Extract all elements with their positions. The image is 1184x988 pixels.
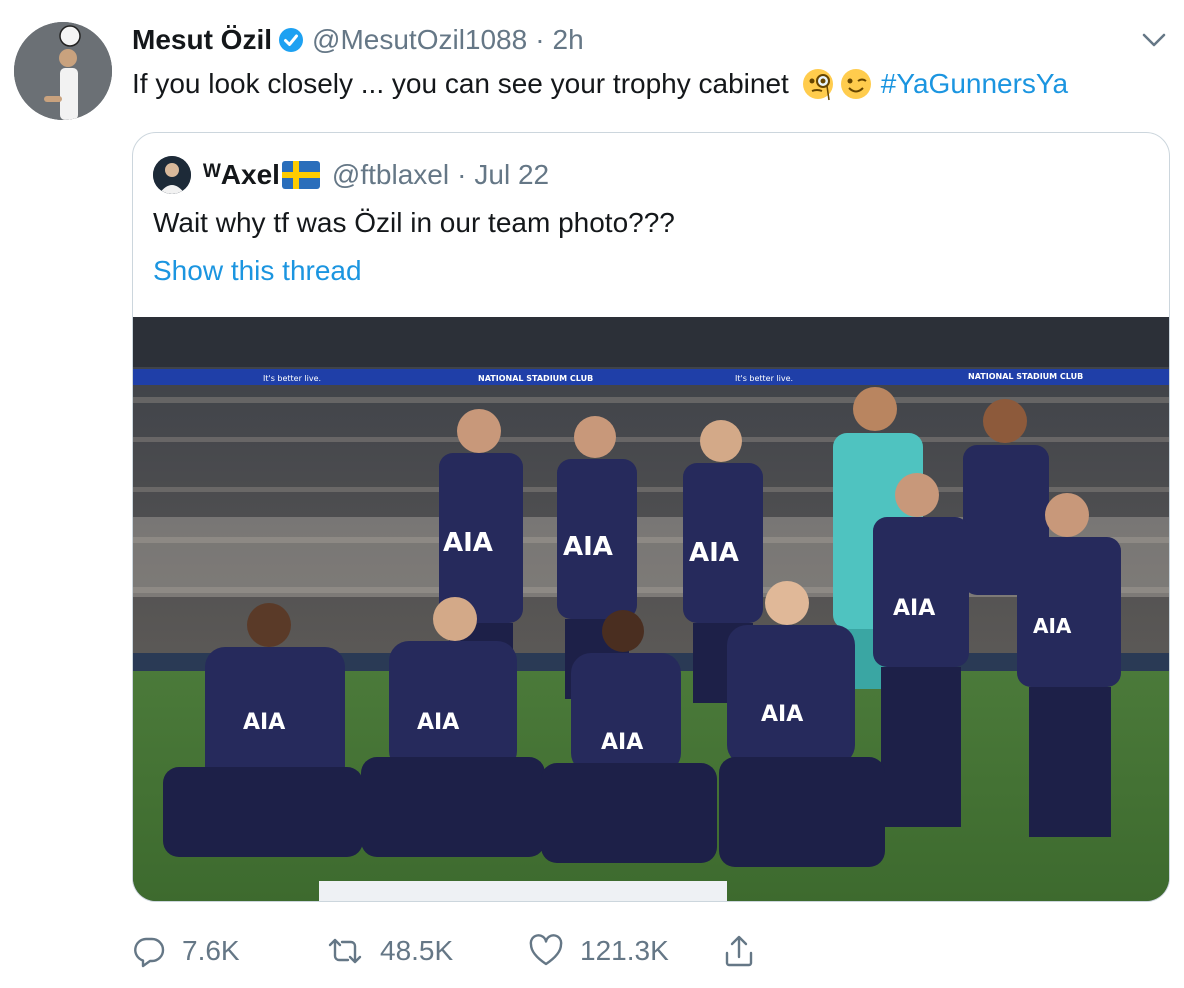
quoted-timestamp[interactable]: Jul 22 <box>474 159 549 191</box>
reply-button[interactable]: 7.6K <box>132 928 240 974</box>
monocle-face-icon <box>801 67 835 101</box>
tweet-actions: 7.6K 48.5K 121.3K <box>132 928 772 974</box>
sponsor-text-1: AIA <box>443 528 493 558</box>
sponsor-text-2: AIA <box>563 532 613 562</box>
quoted-handle[interactable]: @ftblaxel <box>332 159 449 191</box>
share-icon <box>725 935 753 967</box>
hashtag-link[interactable]: #YaGunnersYa <box>881 68 1068 100</box>
sponsor-text-5: AIA <box>1033 614 1072 638</box>
team-photo[interactable]: It's better live. NATIONAL STADIUM CLUB … <box>133 317 1169 901</box>
separator-dot: · <box>535 24 545 55</box>
banner-text-4: NATIONAL STADIUM CLUB <box>968 372 1083 381</box>
like-count: 121.3K <box>580 935 669 966</box>
heart-icon <box>529 934 563 966</box>
banner-text-2: NATIONAL STADIUM CLUB <box>478 374 593 383</box>
show-thread-link[interactable]: Show this thread <box>153 249 362 293</box>
sponsor-text-8: AIA <box>601 730 643 755</box>
quoted-tweet-text: Wait why tf was Özil in our team photo??… <box>153 207 675 238</box>
sponsor-text-9: AIA <box>761 702 803 727</box>
quoted-tweet[interactable]: ᵂAxel @ftblaxel · Jul 22 Wait why tf was… <box>132 132 1170 902</box>
quoted-separator-dot: · <box>457 159 467 190</box>
retweet-button[interactable]: 48.5K <box>326 928 453 974</box>
author-display-name[interactable]: Mesut Özil <box>132 24 272 56</box>
sponsor-text-3: AIA <box>689 538 739 568</box>
tweet-header: Mesut Özil @MesutOzil1088 · 2h <box>132 18 584 62</box>
author-handle[interactable]: @MesutOzil1088 <box>312 24 527 56</box>
tweet-timestamp[interactable]: 2h <box>553 24 584 56</box>
quoted-tweet-header: ᵂAxel @ftblaxel · Jul 22 <box>153 155 549 195</box>
reply-icon <box>134 937 165 968</box>
quoted-author-avatar[interactable] <box>153 156 191 194</box>
tweet-text-content: If you look closely ... you can see your… <box>132 68 789 99</box>
retweet-icon <box>328 938 362 964</box>
author-avatar[interactable] <box>14 22 112 120</box>
sponsor-text-6: AIA <box>243 710 285 735</box>
verified-badge-icon <box>278 27 304 53</box>
reply-count: 7.6K <box>182 935 240 966</box>
sponsor-text-7: AIA <box>417 710 459 735</box>
tweet[interactable]: Mesut Özil @MesutOzil1088 · 2h If you lo… <box>0 0 1184 988</box>
tweet-text: If you look closely ... you can see your… <box>132 62 1068 106</box>
sponsor-text-4: AIA <box>893 596 935 621</box>
share-button[interactable] <box>722 928 772 974</box>
winking-face-icon <box>839 67 873 101</box>
banner-text-3: It's better live. <box>735 374 793 383</box>
chevron-down-icon[interactable] <box>1140 28 1168 52</box>
banner-text-1: It's better live. <box>263 374 321 383</box>
retweet-count: 48.5K <box>380 935 454 966</box>
quoted-display-name[interactable]: ᵂAxel <box>203 159 280 191</box>
like-button[interactable]: 121.3K <box>528 928 669 974</box>
sweden-flag-icon <box>281 161 320 189</box>
